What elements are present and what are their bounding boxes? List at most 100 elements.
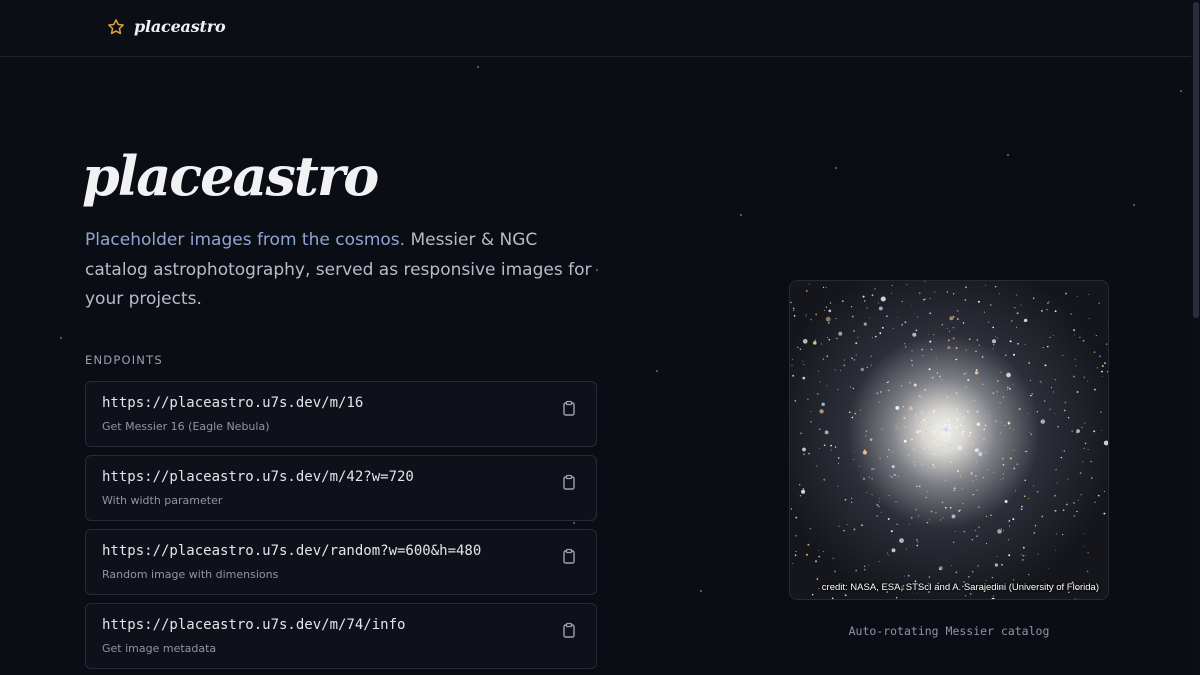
cluster-star [1024,479,1026,482]
clipboard-icon[interactable] [562,622,576,638]
cluster-star [879,457,881,460]
cluster-star [1054,378,1057,381]
cluster-star [984,424,987,427]
cluster-star [828,309,832,313]
scrollbar-thumb[interactable] [1193,2,1199,318]
cluster-star [1029,431,1031,433]
cluster-star [1004,500,1008,503]
cluster-star [844,498,847,501]
cluster-star [992,392,995,394]
cluster-star [992,348,994,350]
hero-description-lead: Placeholder images from the cosmos. [85,230,406,250]
cluster-star [795,516,798,519]
cluster-star [801,489,806,494]
cluster-star [830,449,832,451]
cluster-star [1054,509,1057,512]
cluster-star [795,550,797,553]
cluster-star [1073,329,1075,331]
cluster-star [1007,539,1009,541]
cluster-star [1106,343,1108,345]
cluster-star [823,478,826,481]
endpoint-description: Get image metadata [102,642,217,655]
cluster-star [1060,456,1063,459]
cluster-star [865,430,868,433]
cluster-star [793,309,795,311]
cluster-star [1075,365,1077,367]
cluster-star [850,497,853,500]
cluster-star [891,465,895,469]
cluster-star [992,595,995,597]
cluster-star [976,478,978,480]
cluster-star [999,432,1002,434]
cluster-star [960,424,963,427]
cluster-star [1013,428,1015,430]
cluster-star [965,423,967,425]
cluster-star [965,386,967,388]
cluster-star [1014,491,1016,493]
cluster-star [903,426,906,428]
cluster-star [974,529,977,532]
cluster-star [875,335,877,338]
cluster-star [964,595,966,597]
cluster-star [942,517,944,519]
cluster-star [1101,375,1103,377]
endpoint-card[interactable]: https://placeastro.u7s.dev/m/74/info Get… [85,603,597,669]
cluster-star [983,428,986,431]
cluster-star [853,359,856,361]
endpoint-card[interactable]: https://placeastro.u7s.dev/random?w=600&… [85,529,597,595]
cluster-star [829,302,832,304]
cluster-star [997,483,999,485]
cluster-star [874,288,876,290]
cluster-star [1056,482,1058,484]
cluster-star [792,562,794,565]
cluster-star [957,470,959,472]
endpoint-card[interactable]: https://placeastro.u7s.dev/m/42?w=720 Wi… [85,455,597,521]
endpoint-card[interactable]: https://placeastro.u7s.dev/m/16 Get Mess… [85,381,597,447]
cluster-star [1099,355,1101,357]
cluster-star [1008,387,1011,390]
cluster-star [926,490,928,492]
clipboard-icon[interactable] [562,548,576,564]
cluster-star [1002,477,1004,479]
cluster-star [814,339,817,341]
cluster-star [1054,494,1056,497]
cluster-star [937,431,939,433]
cluster-star [821,402,825,407]
cluster-star [832,557,834,560]
cluster-star [1033,297,1035,299]
cluster-star [871,337,873,339]
cluster-star [1015,326,1018,329]
cluster-star [888,449,890,451]
cluster-star [1077,499,1079,501]
cluster-star [878,501,880,503]
cluster-star [1028,573,1030,576]
cluster-star [1083,533,1085,534]
cluster-star [879,498,881,500]
cluster-star [934,434,936,437]
cluster-star [1022,555,1025,557]
cluster-star [1021,554,1023,556]
cluster-star [800,432,803,435]
brand-link[interactable]: placeastro [107,17,226,36]
cluster-star [962,322,965,324]
cluster-star [1083,546,1084,547]
cluster-star [975,368,978,371]
clipboard-icon[interactable] [562,474,576,490]
cluster-star [794,400,797,402]
page-scrollbar[interactable] [1191,0,1200,675]
cluster-star [835,317,837,320]
cluster-star [1103,512,1106,515]
clipboard-icon[interactable] [562,400,576,416]
cluster-star [802,447,806,452]
cluster-star [1015,489,1016,491]
cluster-star [802,488,805,490]
cluster-star [939,399,941,401]
hero-title: placeastro [82,144,379,208]
cluster-star [934,466,936,468]
star-outline-icon [108,18,124,34]
cluster-star [955,571,958,574]
cluster-star [911,517,913,519]
cluster-star [830,444,832,447]
cluster-star [996,337,999,339]
cluster-star [920,434,923,437]
